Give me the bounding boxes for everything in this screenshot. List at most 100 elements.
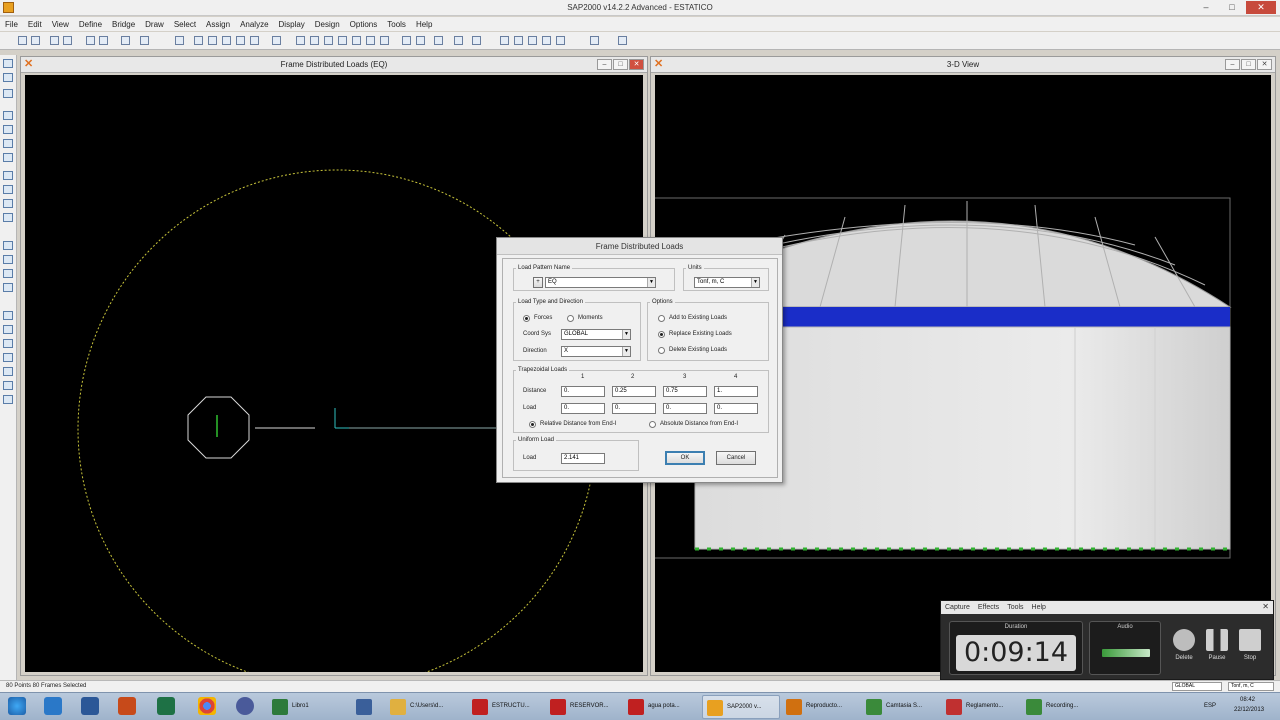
octagon-shape[interactable] <box>187 396 250 459</box>
ok-button[interactable]: OK <box>665 451 705 465</box>
intersecting-line-icon[interactable] <box>542 36 551 45</box>
load-1-input[interactable]: 0. <box>561 403 605 414</box>
frame-loads-close-button[interactable]: ✕ <box>629 59 644 70</box>
view-3d-icon[interactable] <box>296 36 305 45</box>
replace-existing-radio[interactable] <box>658 331 665 338</box>
taskbar-item-agua-pota[interactable]: agua pota... <box>624 695 700 719</box>
taskbar-item-app[interactable] <box>352 695 380 719</box>
coord-sys-select[interactable]: GLOBAL ▼ <box>561 329 631 340</box>
clock-time[interactable]: 08:42 <box>1240 697 1255 703</box>
distance-1-input[interactable]: 0. <box>561 386 605 397</box>
select-previous-icon[interactable] <box>3 325 13 334</box>
start-button-icon[interactable] <box>8 697 26 715</box>
show-forces-icon[interactable] <box>590 36 599 45</box>
rotate-icon[interactable] <box>366 36 375 45</box>
print-icon[interactable] <box>63 36 72 45</box>
menu-file[interactable]: File <box>5 20 18 29</box>
units-select[interactable]: Tonf, m, C ▼ <box>694 277 760 288</box>
3d-view-restore-button[interactable]: □ <box>1241 59 1256 70</box>
direction-select[interactable]: X ▼ <box>561 346 631 357</box>
menu-select[interactable]: Select <box>174 20 196 29</box>
refresh-icon[interactable] <box>121 36 130 45</box>
excel-icon[interactable] <box>157 697 175 715</box>
menu-tools[interactable]: Tools <box>387 20 406 29</box>
perspective-icon[interactable] <box>380 36 389 45</box>
zoom-previous-icon[interactable] <box>250 36 259 45</box>
menu-edit[interactable]: Edit <box>28 20 42 29</box>
recorder-menu-capture[interactable]: Capture <box>945 604 970 611</box>
taskbar-item-reglamento[interactable]: Reglamento... <box>942 695 1020 719</box>
audio-level-meter[interactable] <box>1102 649 1150 657</box>
select-all-vert-icon[interactable] <box>3 311 13 320</box>
menu-define[interactable]: Define <box>79 20 102 29</box>
menu-analyze[interactable]: Analyze <box>240 20 268 29</box>
absolute-distance-radio[interactable] <box>649 421 656 428</box>
show-tables-icon[interactable] <box>618 36 627 45</box>
previous-selection-icon[interactable] <box>514 36 523 45</box>
status-coord-select[interactable]: GLOBAL <box>1172 682 1222 691</box>
taskbar-item-reproductor[interactable]: Reproducto... <box>782 695 860 719</box>
menu-display[interactable]: Display <box>279 20 305 29</box>
taskbar-item-libro1[interactable]: Libro1 <box>268 695 338 719</box>
distance-4-input[interactable]: 1. <box>714 386 758 397</box>
select-all-icon[interactable] <box>500 36 509 45</box>
lock-icon[interactable] <box>140 36 149 45</box>
close-button[interactable]: ✕ <box>1246 1 1276 14</box>
menu-options[interactable]: Options <box>350 20 378 29</box>
moments-radio[interactable] <box>567 315 574 322</box>
snap-points-icon[interactable] <box>3 353 13 362</box>
status-units-select[interactable]: Tonf, m, C <box>1228 682 1274 691</box>
taskbar-item-sap2000[interactable]: SAP2000 v... <box>702 695 780 719</box>
recorder-close-button[interactable]: ✕ <box>1262 602 1269 611</box>
delete-existing-radio[interactable] <box>658 347 665 354</box>
minimize-button[interactable]: – <box>1194 1 1218 14</box>
redo-icon[interactable] <box>99 36 108 45</box>
maximize-button[interactable]: □ <box>1220 1 1244 14</box>
taskbar-item-reservor[interactable]: RESERVOR... <box>546 695 622 719</box>
zoom-restore-icon[interactable] <box>236 36 245 45</box>
clear-selection-icon[interactable] <box>528 36 537 45</box>
draw-tendon-icon[interactable] <box>3 283 13 292</box>
view-yz-icon[interactable] <box>338 36 347 45</box>
menu-draw[interactable]: Draw <box>145 20 164 29</box>
uniform-load-input[interactable]: 2.141 <box>561 453 605 464</box>
draw-point-icon[interactable] <box>3 89 13 98</box>
taskbar-item-recording[interactable]: Recording... <box>1022 695 1100 719</box>
delete-recording-button[interactable]: Delete <box>1171 629 1197 661</box>
clock-date[interactable]: 22/12/2013 <box>1234 707 1264 713</box>
set-options-icon[interactable] <box>454 36 463 45</box>
menu-bridge[interactable]: Bridge <box>112 20 135 29</box>
recorder-menu-effects[interactable]: Effects <box>978 604 999 611</box>
draw-solid-icon[interactable] <box>3 213 13 222</box>
zoom-window-icon[interactable] <box>194 36 203 45</box>
draw-frame-icon[interactable] <box>3 111 13 120</box>
draw-dimension-icon[interactable] <box>3 255 13 264</box>
add-pattern-button[interactable]: + <box>533 277 543 288</box>
forces-radio[interactable] <box>523 315 530 322</box>
cancel-button[interactable]: Cancel <box>716 451 756 465</box>
draw-area-icon[interactable] <box>3 171 13 180</box>
snap-perpendicular-icon[interactable] <box>3 395 13 404</box>
move-up-icon[interactable] <box>402 36 411 45</box>
pointer-icon[interactable] <box>3 59 13 68</box>
move-down-icon[interactable] <box>416 36 425 45</box>
snap-intersections-icon[interactable] <box>3 381 13 390</box>
run-analysis-icon[interactable] <box>175 36 184 45</box>
draw-rect-area-icon[interactable] <box>3 185 13 194</box>
taskbar-item-estructu[interactable]: ESTRUCTU... <box>468 695 544 719</box>
internet-explorer-icon[interactable] <box>44 697 62 715</box>
reshape-icon[interactable] <box>3 73 13 82</box>
draw-brace-icon[interactable] <box>3 139 13 148</box>
3d-view-close-button[interactable]: ✕ <box>1257 59 1272 70</box>
menu-view[interactable]: View <box>52 20 69 29</box>
menu-design[interactable]: Design <box>315 20 340 29</box>
clear-select-icon[interactable] <box>3 339 13 348</box>
quick-frame-icon[interactable] <box>3 125 13 134</box>
shrink-icon[interactable] <box>472 36 481 45</box>
distance-3-input[interactable]: 0.75 <box>663 386 707 397</box>
element-icon[interactable] <box>434 36 443 45</box>
powerpoint-icon[interactable] <box>118 697 136 715</box>
frame-loads-restore-button[interactable]: □ <box>613 59 628 70</box>
word-icon[interactable] <box>81 697 99 715</box>
snap-ends-icon[interactable] <box>3 367 13 376</box>
